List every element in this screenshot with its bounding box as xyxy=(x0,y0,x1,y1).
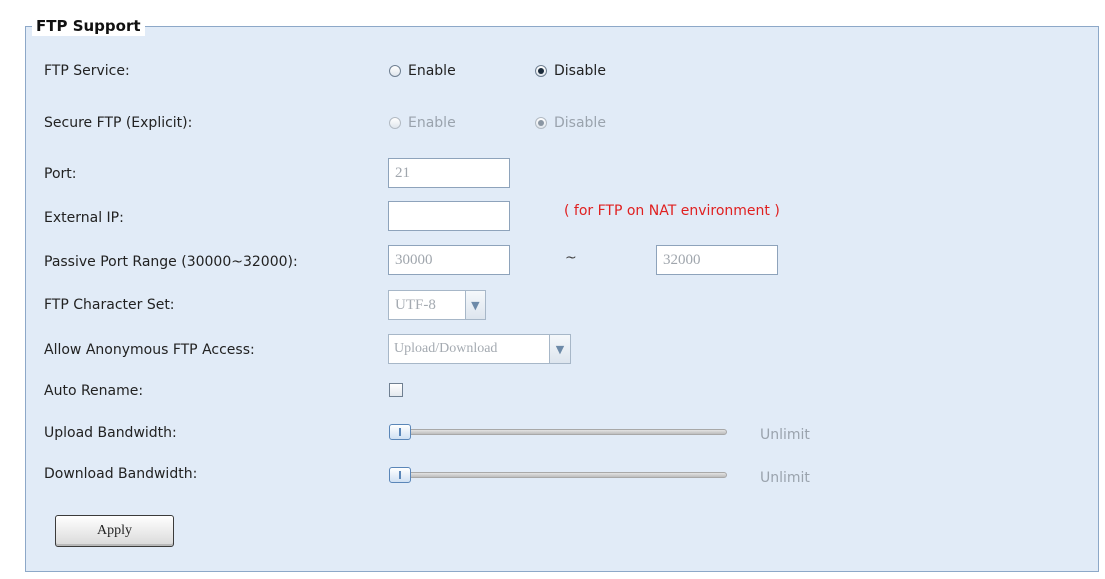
auto-rename-label: Auto Rename: xyxy=(44,383,144,399)
download-bandwidth-slider[interactable] xyxy=(389,467,727,483)
radio-label: Disable xyxy=(554,115,606,131)
external-ip-input[interactable] xyxy=(388,201,510,231)
ftp-service-disable-radio[interactable]: Disable xyxy=(535,63,606,79)
anonymous-access-label: Allow Anonymous FTP Access: xyxy=(44,342,255,358)
download-bandwidth-label: Download Bandwidth: xyxy=(44,466,198,482)
upload-bandwidth-slider[interactable] xyxy=(389,424,727,440)
radio-checked-icon xyxy=(535,65,547,77)
passive-port-to-input[interactable]: 32000 xyxy=(656,245,778,275)
nat-note: ( for FTP on NAT environment ) xyxy=(564,203,780,219)
secure-ftp-enable-radio[interactable]: Enable xyxy=(389,115,456,131)
radio-label: Disable xyxy=(554,63,606,79)
slider-thumb[interactable] xyxy=(389,424,411,440)
slider-track xyxy=(399,472,727,478)
chevron-down-icon: ▼ xyxy=(549,335,570,363)
external-ip-label: External IP: xyxy=(44,210,124,226)
apply-button[interactable]: Apply xyxy=(55,515,174,547)
auto-rename-checkbox[interactable] xyxy=(389,383,403,397)
ftp-support-panel xyxy=(25,26,1099,572)
upload-bandwidth-value: Unlimit xyxy=(760,427,810,443)
ftp-service-enable-radio[interactable]: Enable xyxy=(389,63,456,79)
radio-label: Enable xyxy=(408,115,456,131)
ftp-service-label: FTP Service: xyxy=(44,63,130,79)
anonymous-access-select[interactable]: Upload/Download ▼ xyxy=(388,334,571,364)
chevron-down-icon: ▼ xyxy=(464,291,485,319)
upload-bandwidth-label: Upload Bandwidth: xyxy=(44,425,177,441)
radio-checked-icon xyxy=(535,117,547,129)
section-legend: FTP Support xyxy=(32,16,145,36)
download-bandwidth-value: Unlimit xyxy=(760,470,810,486)
passive-port-range-label: Passive Port Range (30000~32000): xyxy=(44,254,298,270)
port-label: Port: xyxy=(44,166,77,182)
charset-value: UTF-8 xyxy=(395,297,436,313)
passive-port-from-input[interactable]: 30000 xyxy=(388,245,510,275)
range-separator: ~ xyxy=(565,250,577,266)
charset-label: FTP Character Set: xyxy=(44,297,175,313)
secure-ftp-label: Secure FTP (Explicit): xyxy=(44,115,193,131)
slider-track xyxy=(399,429,727,435)
radio-label: Enable xyxy=(408,63,456,79)
charset-select[interactable]: UTF-8 ▼ xyxy=(388,290,486,320)
radio-unchecked-icon xyxy=(389,65,401,77)
port-input[interactable]: 21 xyxy=(388,158,510,188)
secure-ftp-disable-radio[interactable]: Disable xyxy=(535,115,606,131)
radio-unchecked-icon xyxy=(389,117,401,129)
slider-thumb[interactable] xyxy=(389,467,411,483)
anonymous-access-value: Upload/Download xyxy=(394,341,498,356)
